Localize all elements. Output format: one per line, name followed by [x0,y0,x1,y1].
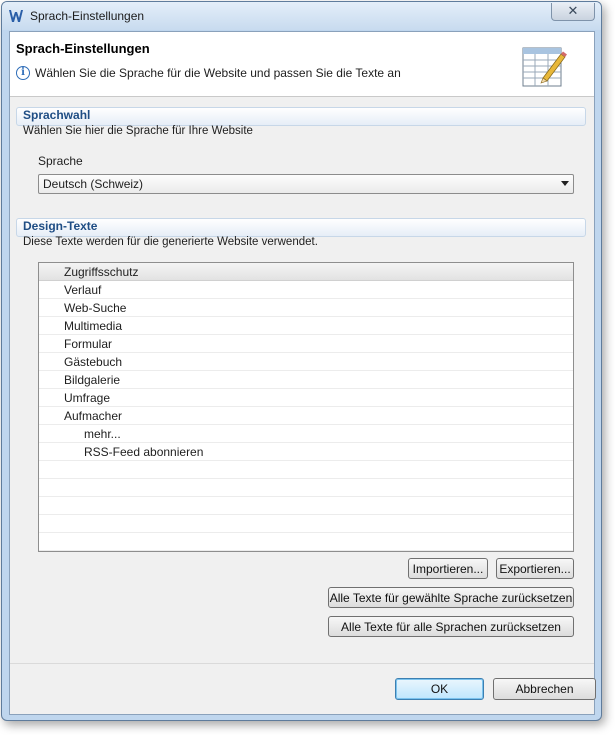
tree-row-empty [39,533,573,551]
tree-row[interactable]: mehr... [39,425,573,443]
import-button[interactable]: Importieren... [408,558,488,579]
texts-section: Design-Texte Diese Texte werden für die … [16,218,586,258]
texts-tree[interactable]: Zugriffsschutz Verlauf Web-Suche Multimedia… [38,262,574,552]
texts-section-description: Diese Texte werden für die generierte We… [23,236,318,248]
tree-row-empty [39,497,573,515]
texts-section-title: Design-Texte [23,219,98,233]
title-bar[interactable]: Sprach-Einstellungen ✕ [2,2,601,30]
ok-button[interactable]: OK [395,678,484,700]
tree-row[interactable]: Zugriffsschutz [39,263,573,281]
language-section-description: Wählen Sie hier die Sprache für Ihre Web… [23,125,253,137]
dialog-content: Sprach-Einstellungen i Wählen Sie die Sp… [9,31,596,715]
tree-row-label: Umfrage [64,391,111,405]
tree-row-label: Aufmacher [64,409,123,423]
close-button[interactable]: ✕ [551,3,595,21]
info-icon: i [16,66,30,80]
tree-row[interactable]: Umfrage [39,389,573,407]
texts-section-header [16,218,586,237]
window-title: Sprach-Einstellungen [30,9,145,23]
dialog-header: Sprach-Einstellungen i Wählen Sie die Sp… [10,32,594,97]
language-section-title: Sprachwahl [23,108,91,122]
header-description: Wählen Sie die Sprache für die Website u… [35,66,401,80]
language-select[interactable]: Deutsch (Schweiz) [38,174,574,194]
header-title: Sprach-Einstellungen [16,41,150,56]
tree-row-empty [39,479,573,497]
tree-row-label: Verlauf [64,283,102,297]
document-edit-icon [522,47,567,87]
export-button[interactable]: Exportieren... [496,558,574,579]
tree-row[interactable]: Gästebuch [39,353,573,371]
tree-row-label: Gästebuch [64,355,123,369]
language-label: Sprache [38,154,83,168]
chevron-down-icon[interactable] [561,181,569,186]
cancel-button[interactable]: Abbrechen [493,678,596,700]
tree-row-label: Formular [64,337,113,351]
tree-row[interactable]: Aufmacher [39,407,573,425]
tree-row-empty [39,515,573,533]
app-logo-icon [9,10,23,22]
tree-row[interactable]: Web-Suche [39,299,573,317]
tree-row-label: RSS-Feed abonnieren [84,445,204,459]
tree-row[interactable]: Formular [39,335,573,353]
language-section-header [16,107,586,126]
tree-row-label: Web-Suche [64,301,127,315]
tree-row-label: Multimedia [64,319,123,333]
tree-row[interactable]: Bildgalerie [39,371,573,389]
reset-selected-language-button[interactable]: Alle Texte für gewählte Sprache zurückse… [328,587,574,608]
tree-row-empty [39,461,573,479]
reset-all-languages-button[interactable]: Alle Texte für alle Sprachen zurücksetze… [328,616,574,637]
language-section: Sprachwahl Wählen Sie hier die Sprache f… [16,107,586,147]
tree-row-label: Zugriffsschutz [64,265,139,279]
language-select-value: Deutsch (Schweiz) [43,177,144,191]
tree-row[interactable]: Verlauf [39,281,573,299]
tree-row-label: Bildgalerie [64,373,121,387]
tree-row[interactable]: RSS-Feed abonnieren [39,443,573,461]
tree-row[interactable]: Multimedia [39,317,573,335]
footer-separator [10,663,594,664]
tree-row-label: mehr... [84,427,121,441]
settings-dialog: Sprach-Einstellungen ✕ Sprach-Einstellun… [1,1,602,721]
